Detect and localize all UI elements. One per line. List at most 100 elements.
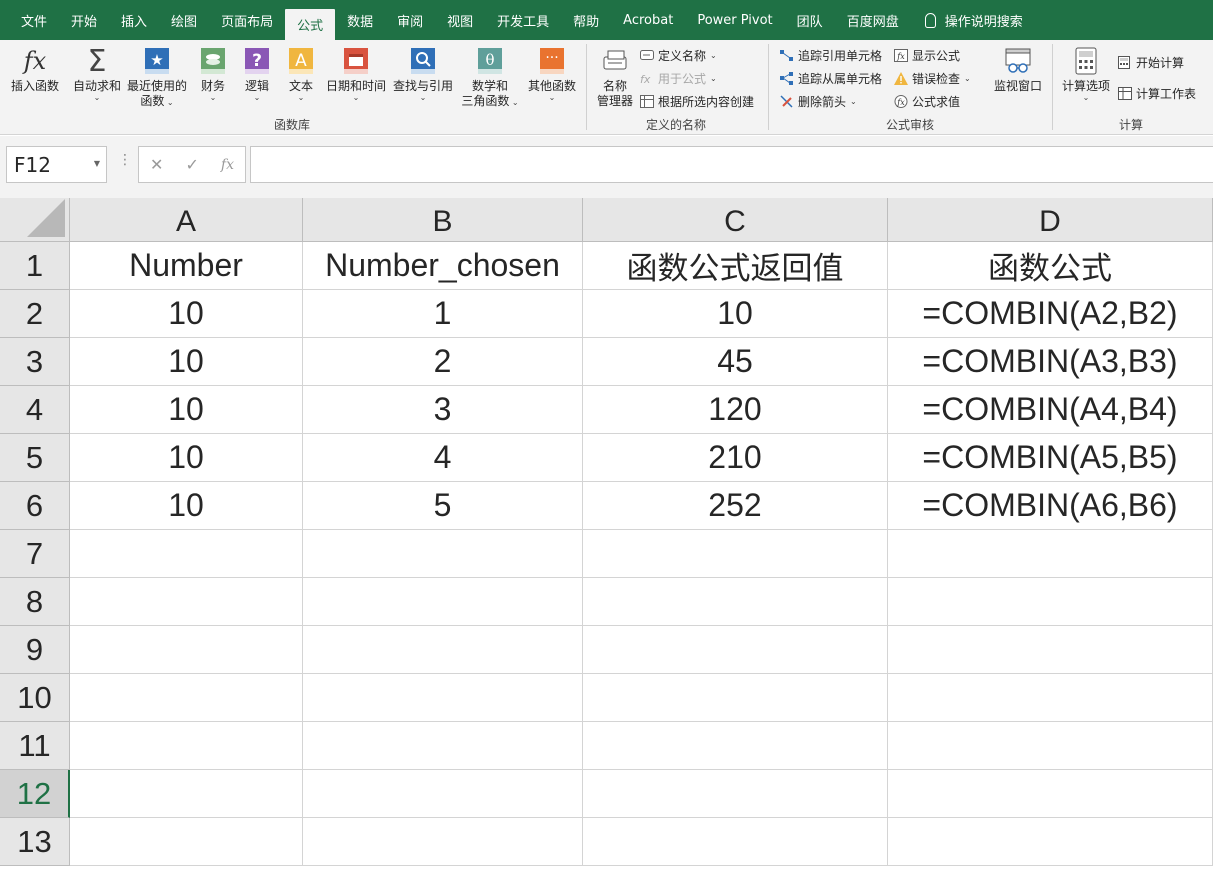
insert-function-icon[interactable]: fx <box>221 157 234 173</box>
financial-button[interactable]: 财务 ⌄ <box>194 40 232 102</box>
cell-b10[interactable] <box>303 674 583 722</box>
cell-b3[interactable]: 2 <box>303 338 583 386</box>
cell-b12[interactable] <box>303 770 583 818</box>
row-header-4[interactable]: 4 <box>0 386 70 434</box>
menu-item-0[interactable]: 文件 <box>9 0 59 40</box>
error-checking-button[interactable]: 错误检查 ⌄ <box>894 70 971 87</box>
name-manager-button[interactable]: 名称 管理器 <box>592 40 638 109</box>
row-header-5[interactable]: 5 <box>0 434 70 482</box>
show-formulas-button[interactable]: fx 显示公式 <box>894 47 960 64</box>
row-header-10[interactable]: 10 <box>0 674 70 722</box>
cancel-icon[interactable]: ✕ <box>150 155 163 174</box>
menu-item-3[interactable]: 绘图 <box>159 0 209 40</box>
menu-item-12[interactable]: Power Pivot <box>685 0 784 40</box>
cell-a8[interactable] <box>70 578 303 626</box>
cell-d2[interactable]: =COMBIN(A2,B2) <box>888 290 1213 338</box>
cell-c11[interactable] <box>583 722 888 770</box>
cell-a4[interactable]: 10 <box>70 386 303 434</box>
text-button[interactable]: A 文本 ⌄ <box>282 40 320 102</box>
menu-item-4[interactable]: 页面布局 <box>209 0 285 40</box>
cell-a5[interactable]: 10 <box>70 434 303 482</box>
cell-d11[interactable] <box>888 722 1213 770</box>
row-header-6[interactable]: 6 <box>0 482 70 530</box>
calculate-sheet-button[interactable]: 计算工作表 <box>1118 85 1196 102</box>
cell-c1[interactable]: 函数公式返回值 <box>583 242 888 290</box>
cell-b1[interactable]: Number_chosen <box>303 242 583 290</box>
cell-c13[interactable] <box>583 818 888 866</box>
remove-arrows-button[interactable]: 删除箭头 ⌄ <box>780 93 857 110</box>
cell-a12[interactable] <box>70 770 303 818</box>
cell-c6[interactable]: 252 <box>583 482 888 530</box>
use-in-formula-button[interactable]: fx 用于公式 ⌄ <box>640 70 717 87</box>
cell-b9[interactable] <box>303 626 583 674</box>
more-functions-button[interactable]: ··· 其他函数 ⌄ <box>524 40 580 102</box>
trace-precedents-button[interactable]: 追踪引用单元格 <box>780 47 882 64</box>
cell-d7[interactable] <box>888 530 1213 578</box>
row-header-13[interactable]: 13 <box>0 818 70 866</box>
select-all-button[interactable] <box>0 198 70 242</box>
cell-c3[interactable]: 45 <box>583 338 888 386</box>
cell-c10[interactable] <box>583 674 888 722</box>
cell-a9[interactable] <box>70 626 303 674</box>
cell-d10[interactable] <box>888 674 1213 722</box>
name-box[interactable]: F12 ▼ <box>6 146 107 183</box>
cell-c4[interactable]: 120 <box>583 386 888 434</box>
menu-item-6[interactable]: 数据 <box>335 0 385 40</box>
cell-c8[interactable] <box>583 578 888 626</box>
menu-item-8[interactable]: 视图 <box>435 0 485 40</box>
formula-input[interactable] <box>250 146 1213 183</box>
row-header-9[interactable]: 9 <box>0 626 70 674</box>
cell-b7[interactable] <box>303 530 583 578</box>
cell-a13[interactable] <box>70 818 303 866</box>
cell-a3[interactable]: 10 <box>70 338 303 386</box>
recently-used-button[interactable]: ★ 最近使用的 函数 ⌄ <box>124 40 190 109</box>
menu-item-14[interactable]: 百度网盘 <box>835 0 911 40</box>
column-header-b[interactable]: B <box>303 198 583 242</box>
calculate-now-button[interactable]: 开始计算 <box>1118 54 1184 71</box>
calculation-options-button[interactable]: 计算选项 ⌄ <box>1058 40 1114 102</box>
cell-a2[interactable]: 10 <box>70 290 303 338</box>
datetime-button[interactable]: 日期和时间 ⌄ <box>324 40 388 102</box>
menu-item-13[interactable]: 团队 <box>785 0 835 40</box>
logical-button[interactable]: ? 逻辑 ⌄ <box>238 40 276 102</box>
enter-icon[interactable]: ✓ <box>185 155 198 174</box>
cell-d6[interactable]: =COMBIN(A6,B6) <box>888 482 1213 530</box>
cell-b5[interactable]: 4 <box>303 434 583 482</box>
cell-d12[interactable] <box>888 770 1213 818</box>
define-name-button[interactable]: 定义名称 ⌄ <box>640 47 717 64</box>
cell-c5[interactable]: 210 <box>583 434 888 482</box>
resize-handle-icon[interactable]: ⋮ <box>118 152 132 168</box>
row-header-12[interactable]: 12 <box>0 770 70 818</box>
cell-d5[interactable]: =COMBIN(A5,B5) <box>888 434 1213 482</box>
cell-a7[interactable] <box>70 530 303 578</box>
cell-b8[interactable] <box>303 578 583 626</box>
cell-d3[interactable]: =COMBIN(A3,B3) <box>888 338 1213 386</box>
cell-c2[interactable]: 10 <box>583 290 888 338</box>
trace-dependents-button[interactable]: 追踪从属单元格 <box>780 70 882 87</box>
cell-c7[interactable] <box>583 530 888 578</box>
math-trig-button[interactable]: θ 数学和 三角函数 ⌄ <box>458 40 522 109</box>
menu-item-5[interactable]: 公式 <box>285 9 336 40</box>
column-header-a[interactable]: A <box>70 198 303 242</box>
cell-a10[interactable] <box>70 674 303 722</box>
cell-d8[interactable] <box>888 578 1213 626</box>
cell-b6[interactable]: 5 <box>303 482 583 530</box>
cell-c9[interactable] <box>583 626 888 674</box>
lookup-button[interactable]: 查找与引用 ⌄ <box>391 40 455 102</box>
watch-window-button[interactable]: 监视窗口 <box>990 40 1046 94</box>
cell-c12[interactable] <box>583 770 888 818</box>
menu-item-7[interactable]: 审阅 <box>385 0 435 40</box>
menu-item-10[interactable]: 帮助 <box>561 0 611 40</box>
cell-b13[interactable] <box>303 818 583 866</box>
row-header-1[interactable]: 1 <box>0 242 70 290</box>
menu-item-1[interactable]: 开始 <box>59 0 109 40</box>
cell-d1[interactable]: 函数公式 <box>888 242 1213 290</box>
column-header-d[interactable]: D <box>888 198 1213 242</box>
row-header-7[interactable]: 7 <box>0 530 70 578</box>
cell-b11[interactable] <box>303 722 583 770</box>
row-header-2[interactable]: 2 <box>0 290 70 338</box>
row-header-3[interactable]: 3 <box>0 338 70 386</box>
row-header-11[interactable]: 11 <box>0 722 70 770</box>
tell-me-search[interactable]: 操作说明搜索 <box>911 0 1023 40</box>
menu-item-2[interactable]: 插入 <box>109 0 159 40</box>
